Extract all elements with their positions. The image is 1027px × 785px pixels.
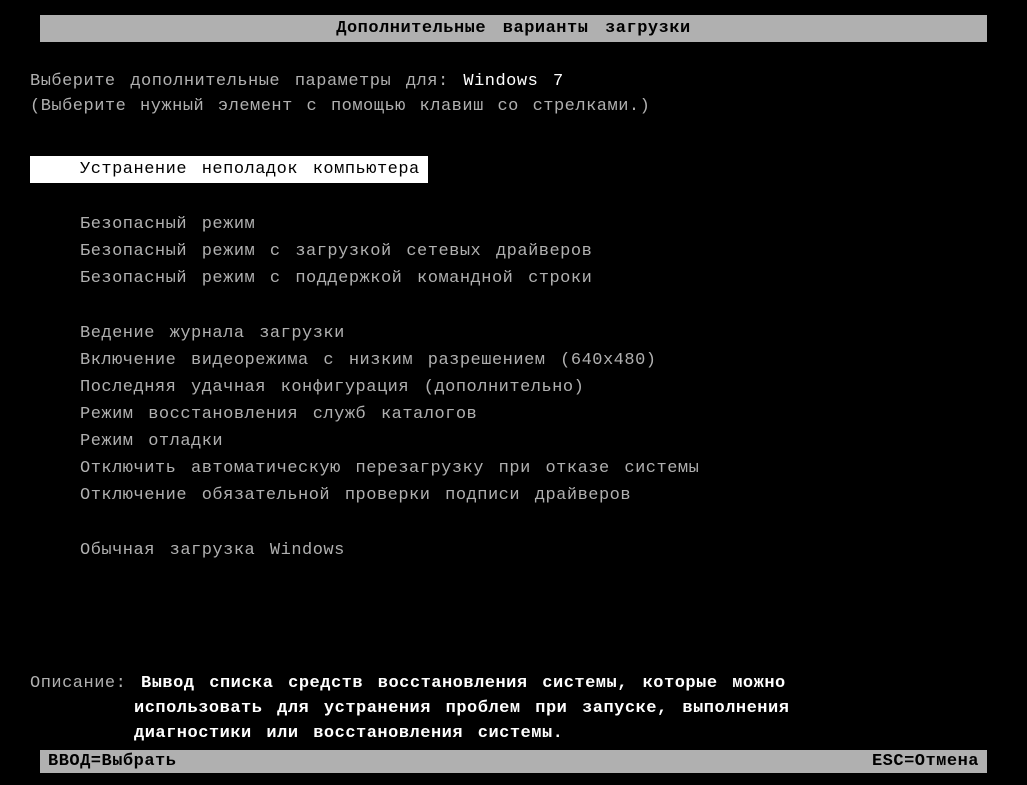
prompt-label: Выберите дополнительные параметры для: — [30, 72, 449, 91]
menu-item-disable-auto-restart[interactable]: Отключить автоматическую перезагрузку пр… — [30, 455, 997, 482]
menu-item-low-res-video[interactable]: Включение видеорежима с низким разрешени… — [30, 347, 997, 374]
os-name: Windows 7 — [463, 72, 563, 91]
description-line-1: Вывод списка средств восстановления сист… — [141, 674, 786, 693]
description-section: Описание: Вывод списка средств восстанов… — [30, 674, 997, 743]
menu-group-3: Обычная загрузка Windows — [30, 537, 997, 564]
header-title: Дополнительные варианты загрузки — [336, 19, 690, 38]
menu-item-boot-logging[interactable]: Ведение журнала загрузки — [30, 320, 997, 347]
menu-item-repair[interactable]: Устранение неполадок компьютера — [30, 156, 428, 183]
description-label: Описание: — [30, 674, 126, 693]
main-content: Выберите дополнительные параметры для: W… — [0, 42, 1027, 564]
menu-item-safe-mode-networking[interactable]: Безопасный режим с загрузкой сетевых дра… — [30, 238, 997, 265]
menu-group-1: Безопасный режим Безопасный режим с загр… — [30, 211, 997, 292]
menu-item-ds-restore[interactable]: Режим восстановления служб каталогов — [30, 401, 997, 428]
menu-group-0: Устранение неполадок компьютера — [30, 156, 997, 183]
menu-group-2: Ведение журнала загрузки Включение видео… — [30, 320, 997, 509]
menu-item-safe-mode-cmd[interactable]: Безопасный режим с поддержкой командной … — [30, 265, 997, 292]
menu-item-debug-mode[interactable]: Режим отладки — [30, 428, 997, 455]
boot-options-menu[interactable]: Устранение неполадок компьютера Безопасн… — [30, 156, 997, 564]
menu-item-last-known-good[interactable]: Последняя удачная конфигурация (дополнит… — [30, 374, 997, 401]
menu-item-disable-driver-sig[interactable]: Отключение обязательной проверки подписи… — [30, 482, 997, 509]
description-line-2: использовать для устранения проблем при … — [30, 699, 997, 718]
menu-item-safe-mode[interactable]: Безопасный режим — [30, 211, 997, 238]
instruction-line: (Выберите нужный элемент с помощью клави… — [30, 97, 997, 116]
header-title-bar: Дополнительные варианты загрузки — [40, 15, 987, 42]
footer-esc-hint: ESC=Отмена — [872, 752, 979, 771]
description-line-3: диагностики или восстановления системы. — [30, 724, 997, 743]
menu-item-normal-boot[interactable]: Обычная загрузка Windows — [30, 537, 997, 564]
footer-enter-hint: ВВОД=Выбрать — [48, 752, 176, 771]
prompt-line: Выберите дополнительные параметры для: W… — [30, 72, 997, 91]
